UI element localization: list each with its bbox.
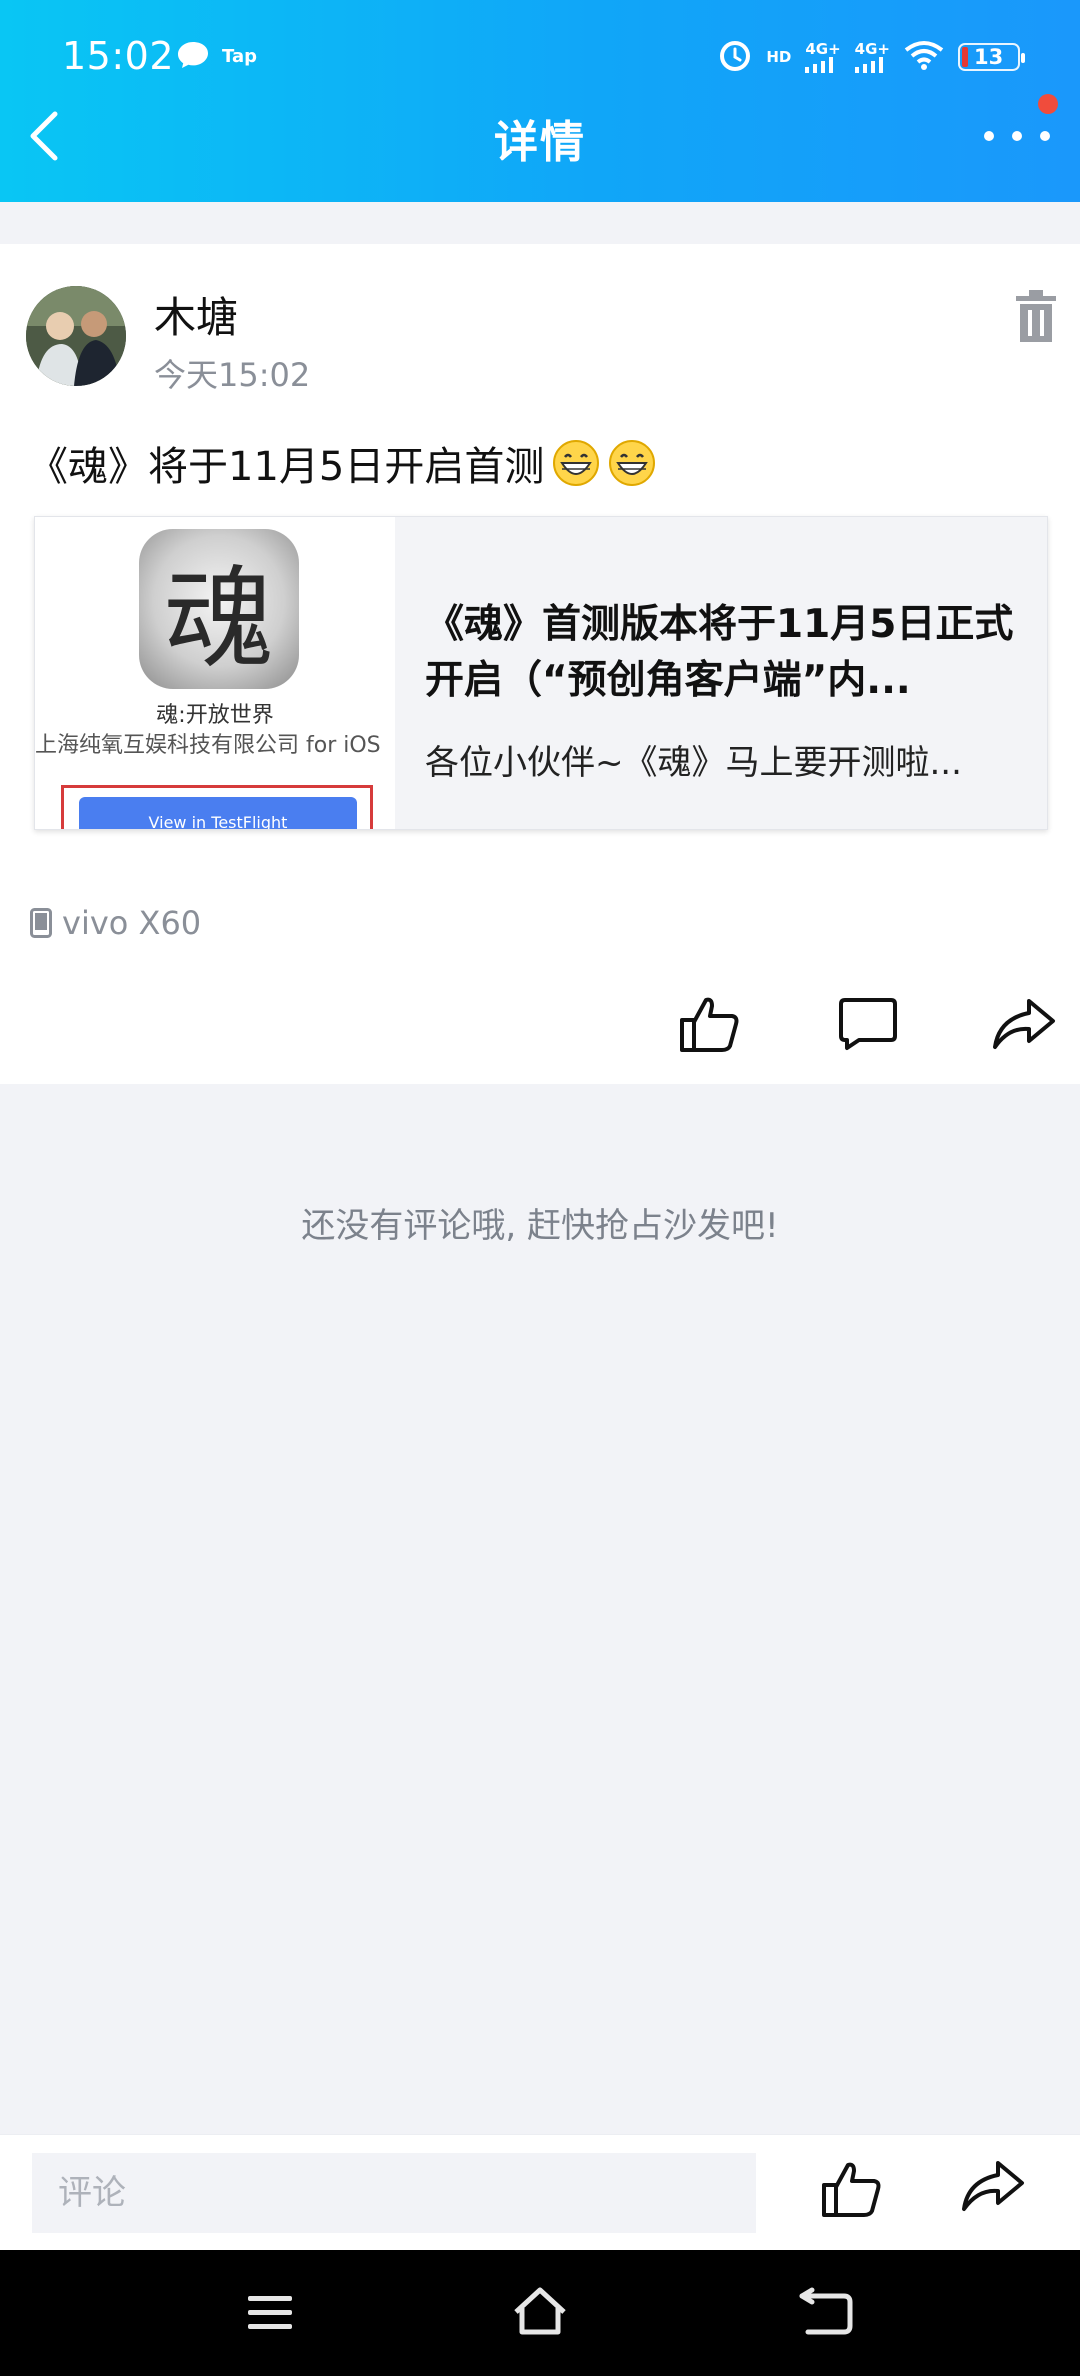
signal-icon-1: 4G+ <box>805 41 841 73</box>
post-text-content: 《魂》将于11月5日开启首测 <box>28 444 545 490</box>
bottom-share-button[interactable] <box>960 2159 1034 2229</box>
share-button[interactable] <box>984 984 1064 1064</box>
home-icon <box>514 2287 566 2335</box>
thumb-app-name: 魂:开放世界 <box>156 703 274 728</box>
back-nav-button[interactable] <box>796 2282 856 2342</box>
thumb-company: 上海纯氧互娱科技有限公司 for iOS <box>35 733 381 758</box>
notification-dot <box>1038 94 1058 114</box>
chat-bubble-icon <box>176 40 210 74</box>
link-preview-card[interactable]: 魂 魂:开放世界 上海纯氧互娱科技有限公司 for iOS View in Te… <box>34 516 1048 830</box>
testflight-button: View in TestFlight <box>79 797 357 829</box>
link-description: 各位小伙伴~《魂》马上要开测啦... <box>425 743 962 783</box>
more-button[interactable] <box>984 118 1050 154</box>
system-nav-bar <box>0 2250 1080 2376</box>
bottom-like-button[interactable] <box>820 2159 894 2229</box>
status-icons: HD 4G+ 4G+ 13 <box>718 38 1025 76</box>
link-title: 《魂》首测版本将于11月5日正式开启（“预创角客户端”内... <box>425 602 1014 703</box>
post-text: 《魂》将于11月5日开启首测 <box>28 434 656 492</box>
wifi-icon <box>904 40 944 74</box>
comment-icon <box>839 998 897 1050</box>
comment-button[interactable] <box>828 984 908 1064</box>
battery-icon: 13 <box>958 43 1025 71</box>
more-dots-icon <box>984 131 994 141</box>
status-time: 15:02 <box>62 34 175 78</box>
grin-emoji-icon <box>609 440 656 486</box>
thumbs-up-icon <box>822 2162 881 2217</box>
trash-icon <box>1016 290 1056 342</box>
grin-emoji-icon <box>553 440 600 486</box>
comment-bar <box>0 2134 1080 2251</box>
page-title: 详情 <box>494 117 586 168</box>
signal-icon-2: 4G+ <box>854 41 890 73</box>
device-info: vivo X60 <box>30 904 201 942</box>
alarm-icon <box>718 38 752 76</box>
header: 15:02 Tap HD 4G+ 4G+ 13 详情 <box>0 0 1080 202</box>
delete-button[interactable] <box>1012 288 1060 344</box>
share-icon <box>993 999 1055 1049</box>
home-nav-button[interactable] <box>510 2282 570 2342</box>
post-card: 木塘 今天15:02 《魂》将于11月5日开启首测 魂 魂:开放世界 上海纯氧互… <box>0 244 1080 1084</box>
menu-nav-button[interactable] <box>240 2282 300 2342</box>
author-name[interactable]: 木塘 <box>154 284 238 345</box>
hd-icon: HD <box>766 47 792 66</box>
tap-app-icon: Tap <box>222 46 257 67</box>
thumbs-up-icon <box>680 997 739 1052</box>
post-time: 今天15:02 <box>154 356 311 394</box>
share-icon <box>962 2161 1024 2211</box>
empty-comments-text: 还没有评论哦, 赶快抢占沙发吧! <box>301 1206 779 1246</box>
link-thumbnail: 魂 魂:开放世界 上海纯氧互娱科技有限公司 for iOS View in Te… <box>35 517 395 829</box>
return-icon <box>799 2287 853 2335</box>
device-name: vivo X60 <box>62 904 202 942</box>
avatar[interactable] <box>26 286 126 386</box>
like-button[interactable] <box>670 984 750 1064</box>
app-icon: 魂 <box>139 529 299 689</box>
status-bar: 15:02 Tap HD 4G+ 4G+ 13 <box>0 0 1080 112</box>
phone-icon <box>30 908 52 938</box>
menu-icon <box>248 2296 292 2329</box>
comment-input[interactable] <box>32 2153 756 2233</box>
